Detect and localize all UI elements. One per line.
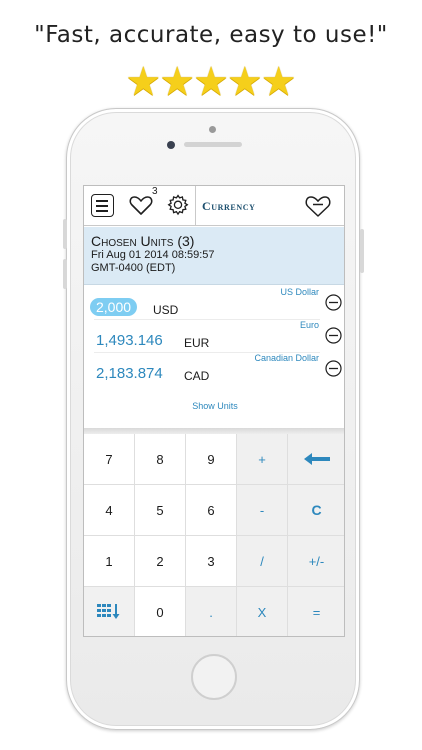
key-1[interactable]: 1: [84, 536, 135, 587]
star-icon: ★: [125, 59, 162, 105]
star-icon: ★: [260, 59, 297, 105]
star-icon: ★: [226, 59, 263, 105]
volume-button: [63, 259, 67, 289]
chosen-units-panel: Chosen Units (3) Fri Aug 01 2014 08:59:5…: [84, 227, 344, 285]
chosen-units-title: Chosen Units (3): [91, 233, 195, 249]
key-7[interactable]: 7: [84, 434, 135, 485]
key-9[interactable]: 9: [186, 434, 237, 485]
key-3[interactable]: 3: [186, 536, 237, 587]
home-button: [191, 654, 237, 700]
unit-amount[interactable]: 2,183.874: [96, 365, 163, 382]
app-screen: 3 Currency Chosen Units (3) Fri Aug 01 2…: [83, 185, 345, 637]
unit-row-cad[interactable]: Canadian Dollar 2,183.874 CAD: [84, 352, 344, 385]
unit-row-usd[interactable]: US Dollar 2,000 USD: [84, 286, 344, 319]
key-multiply[interactable]: X: [237, 587, 288, 636]
heart-icon[interactable]: [128, 192, 154, 218]
key-6[interactable]: 6: [186, 485, 237, 536]
unit-name: Canadian Dollar: [254, 353, 319, 363]
remove-unit-icon[interactable]: [325, 294, 342, 311]
timezone-label: GMT-0400 (EDT): [91, 262, 176, 274]
unit-code: CAD: [184, 369, 210, 383]
unit-name: US Dollar: [280, 287, 319, 297]
menu-icon[interactable]: [91, 194, 114, 217]
key-decimal[interactable]: .: [186, 587, 237, 636]
key-4[interactable]: 4: [84, 485, 135, 536]
toolbar: 3 Currency: [84, 186, 344, 226]
remove-unit-icon[interactable]: [325, 360, 342, 377]
volume-button: [63, 219, 67, 249]
phone-frame: 3 Currency Chosen Units (3) Fri Aug 01 2…: [63, 108, 364, 730]
star-icon: ★: [193, 59, 229, 105]
backspace-key[interactable]: [288, 434, 344, 485]
unit-code: EUR: [184, 336, 210, 350]
keypad-toggle-key[interactable]: [84, 587, 135, 636]
key-8[interactable]: 8: [135, 434, 186, 485]
power-button: [360, 229, 364, 273]
unit-name: Euro: [299, 320, 319, 330]
key-5[interactable]: 5: [135, 485, 186, 536]
remove-unit-icon[interactable]: [325, 327, 342, 344]
gear-icon[interactable]: [166, 193, 190, 217]
sensor-dot: [209, 126, 216, 133]
toolbar-divider: [195, 186, 196, 226]
star-icon: ★: [159, 59, 196, 105]
key-minus[interactable]: -: [237, 485, 288, 536]
key-equals[interactable]: =: [288, 587, 344, 636]
backspace-arrow-icon: [303, 453, 330, 465]
key-2[interactable]: 2: [135, 536, 186, 587]
category-title[interactable]: Currency: [202, 199, 255, 214]
key-plus-minus[interactable]: +/-: [288, 536, 344, 587]
unit-amount[interactable]: 2,000: [90, 298, 138, 316]
earpiece-speaker: [184, 142, 242, 147]
conversion-datetime: Fri Aug 01 2014 08:59:57: [91, 249, 215, 261]
key-0[interactable]: 0: [135, 587, 186, 636]
unit-code: USD: [153, 303, 179, 317]
clear-key[interactable]: C: [288, 485, 344, 536]
key-plus[interactable]: +: [237, 434, 288, 485]
unit-amount[interactable]: 1,493.146: [96, 332, 163, 349]
rating-stars: ★★★★★: [0, 62, 422, 102]
keypad-grid-icon: [97, 604, 120, 619]
headline: "Fast, accurate, easy to use!": [34, 22, 388, 48]
keypad: 7 8 9 + 4 5 6 - C 1 2 3 / +/- 0 . X =: [84, 434, 344, 636]
key-divide[interactable]: /: [237, 536, 288, 587]
favorites-count-badge: 3: [152, 186, 158, 197]
unit-row-eur[interactable]: Euro 1,493.146 EUR: [84, 319, 344, 352]
remove-favorite-icon[interactable]: [304, 192, 332, 220]
show-units-link[interactable]: Show Units: [84, 401, 344, 411]
front-camera: [167, 141, 175, 149]
